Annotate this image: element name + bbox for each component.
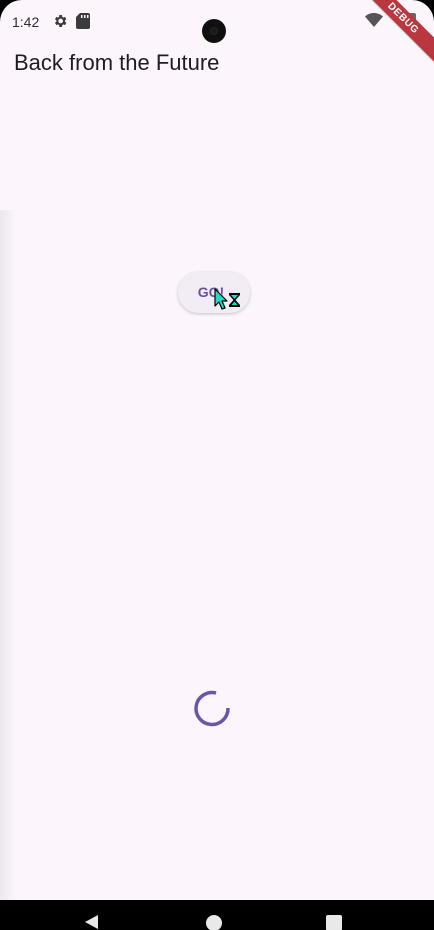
recents-icon[interactable] (326, 915, 342, 930)
app-screen: 1:42 DEBUG Back from the Future GO! (0, 0, 434, 900)
home-icon[interactable] (206, 915, 222, 930)
phone-device: 1:42 DEBUG Back from the Future GO! (0, 0, 434, 930)
busy-cursor-icon (213, 288, 243, 312)
main-content: GO! (0, 0, 434, 900)
loading-spinner-icon (192, 688, 232, 728)
back-icon[interactable] (84, 914, 100, 930)
